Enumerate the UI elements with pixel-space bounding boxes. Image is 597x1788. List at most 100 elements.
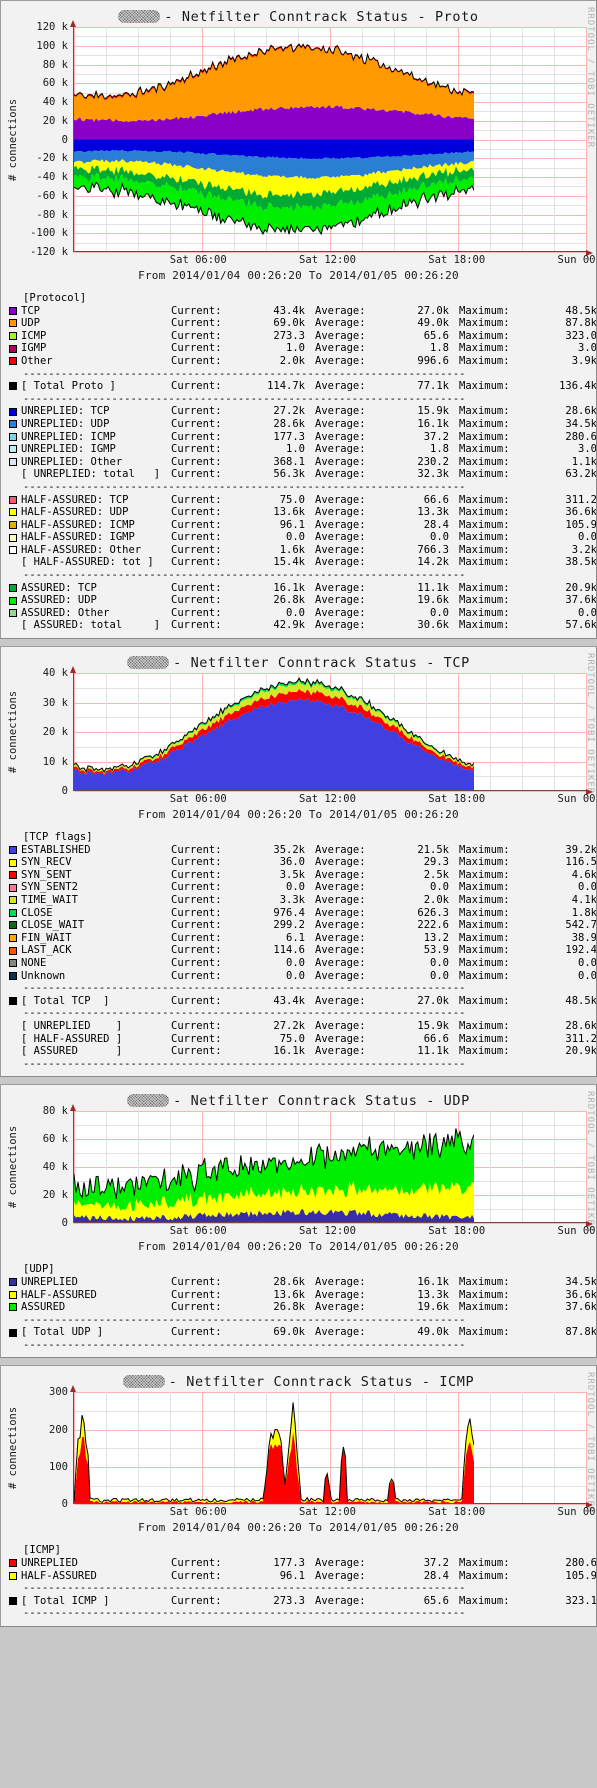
- legend-current-caption: Current:: [171, 906, 222, 919]
- legend-current-caption: Current:: [171, 881, 222, 894]
- legend-maximum-value: 4.6k: [571, 868, 597, 881]
- legend-current-caption: Current:: [171, 1019, 222, 1032]
- legend-series-name: SYN_SENT: [21, 868, 72, 881]
- legend-series-name: TCP: [21, 304, 40, 317]
- legend-maximum-value: 57.6k: [565, 619, 597, 632]
- legend-current-value: 28.6k: [273, 417, 305, 430]
- legend-maximum-value: 1.1k: [571, 455, 597, 468]
- legend-maximum-value: 37.6k: [565, 594, 597, 607]
- legend-average-value: 28.4: [423, 1569, 449, 1582]
- legend-average-caption: Average:: [315, 304, 366, 317]
- legend-current-caption: Current:: [171, 1032, 222, 1045]
- legend-row: SYN_SENT Current: 3.5k Average: 2.5k Maximum:…: [9, 868, 596, 882]
- legend-series-name: UNREPLIED: [21, 1557, 78, 1570]
- legend-row: UDP Current: 69.0k Average: 49.0k Maximum: 87.…: [9, 317, 596, 330]
- legend-maximum-value: 323.1: [565, 1594, 597, 1607]
- legend-average-value: 30.6k: [417, 619, 449, 632]
- legend-color-swatch-empty: [9, 622, 17, 630]
- legend-series-name: [ UNREPLIED ]: [21, 1019, 123, 1032]
- graph-panel: RRDTOOL / TOBI OETIKER - Netfilter Conntr…: [0, 1084, 597, 1359]
- legend-maximum-value: 20.9k: [565, 581, 597, 594]
- legend-maximum-caption: Maximum:: [459, 1326, 510, 1339]
- legend-maximum-caption: Maximum:: [459, 856, 510, 869]
- legend-maximum-caption: Maximum:: [459, 1301, 510, 1314]
- legend-color-swatch: [9, 883, 17, 892]
- legend-current-caption: Current:: [171, 919, 222, 932]
- legend-series-name: HALF-ASSURED: [21, 1569, 97, 1582]
- legend-maximum-caption: Maximum:: [459, 1569, 510, 1582]
- plot-canvas: [70, 1104, 593, 1227]
- legend-current-value: 27.2k: [273, 405, 305, 418]
- legend-maximum-value: 136.4k: [559, 380, 597, 393]
- legend-average-value: 53.9: [423, 944, 449, 957]
- chart-title: - Netfilter Conntrack Status - ICMP: [1, 1366, 596, 1392]
- host-blob-icon: [122, 1375, 165, 1389]
- legend-current-value: 69.0k: [273, 1326, 305, 1339]
- legend-series-name: UNREPLIED: IGMP: [21, 443, 116, 456]
- y-tick: 80 k: [42, 58, 68, 71]
- legend-average-caption: Average:: [315, 1032, 366, 1045]
- y-tick: 100 k: [36, 39, 68, 52]
- legend-series-name: ICMP: [21, 329, 47, 342]
- legend-color-swatch-empty: [9, 1035, 17, 1043]
- legend-average-value: 13.3k: [417, 1288, 449, 1301]
- legend-current-caption: Current:: [171, 931, 222, 944]
- chart-title-text: - Netfilter Conntrack Status - UDP: [173, 1093, 470, 1110]
- x-tick: Sat 06:00: [169, 793, 227, 806]
- legend-series-name: HALF-ASSURED: Other: [21, 543, 142, 556]
- legend-current-value: 3.5k: [279, 868, 305, 881]
- legend-maximum-caption: Maximum:: [459, 493, 510, 506]
- legend-maximum-caption: Maximum:: [459, 969, 510, 982]
- legend-average-caption: Average:: [315, 468, 366, 481]
- legend-divider: ----------------------------------------…: [23, 392, 466, 405]
- legend-current-value: 75.0: [279, 493, 305, 506]
- legend-current-caption: Current:: [171, 856, 222, 869]
- host-blob-icon: [127, 656, 170, 670]
- y-tick: 100: [49, 1461, 68, 1474]
- legend-row: UNREPLIED: UDP Current: 28.6k Average: 16.1k…: [9, 417, 596, 431]
- legend-average-value: 28.4: [423, 518, 449, 531]
- legend-row: TCP Current: 43.4k Average: 27.0k Maximum: 48.…: [9, 304, 596, 318]
- legend-row: [ Total ICMP ] Current: 273.3 Average: 65.6 M…: [9, 1594, 596, 1608]
- legend-average-caption: Average:: [315, 894, 366, 906]
- legend-color-swatch: [9, 445, 17, 454]
- legend-row: UNREPLIED: Other Current: 368.1 Average: 230…: [9, 456, 596, 469]
- legend-row: SYN_SENT2 Current: 0.0 Average: 0.0 Maximum: 0…: [9, 881, 596, 894]
- legend-average-value: 16.1k: [417, 417, 449, 430]
- legend-current-value: 177.3: [273, 1557, 305, 1570]
- legend-row: [ Total UDP ] Current: 69.0k Average: 49.0k M…: [9, 1326, 596, 1339]
- legend-color-swatch: [9, 533, 17, 542]
- legend-table: [TCP flags] ESTABLISHED Current: 35.2k Avera…: [1, 831, 596, 1070]
- legend-average-value: 49.0k: [417, 1326, 449, 1339]
- legend-color-swatch: [9, 407, 17, 416]
- legend-average-value: 19.6k: [417, 1301, 449, 1314]
- legend-color-swatch: [9, 845, 17, 854]
- graph-area: # connections 300 200 100 0 Sat 06:00 Sat 12:0…: [1, 1385, 596, 1534]
- legend-color-swatch: [9, 306, 17, 315]
- legend-current-value: 96.1: [279, 518, 305, 531]
- legend-current-caption: Current:: [171, 1275, 222, 1288]
- legend-color-swatch: [9, 546, 17, 555]
- legend-maximum-caption: Maximum:: [459, 881, 510, 894]
- y-tick: 20 k: [42, 114, 68, 127]
- x-tick: Sat 12:00: [299, 793, 356, 806]
- legend-row: [ ASSURED: total ] Current: 42.9k Average: 3…: [9, 619, 596, 632]
- legend-color-swatch: [9, 596, 17, 605]
- legend-average-value: 65.6: [423, 1594, 449, 1607]
- legend-current-caption: Current:: [171, 506, 222, 519]
- legend-current-caption: Current:: [171, 1569, 222, 1582]
- legend-row: [ Total TCP ] Current: 43.4k Average: 27.0k M…: [9, 994, 596, 1008]
- legend-row: ICMP Current: 273.3 Average: 65.6 Maximum: 323…: [9, 329, 596, 343]
- x-tick: Sat 18:00: [428, 793, 486, 806]
- y-tick: -40 k: [36, 171, 68, 183]
- legend-series-name: UNREPLIED: UDP: [21, 417, 110, 430]
- legend-current-caption: Current:: [171, 969, 222, 982]
- legend-average-value: 11.1k: [417, 581, 449, 594]
- legend-current-caption: Current:: [171, 430, 222, 443]
- legend-maximum-value: 37.6k: [565, 1301, 597, 1314]
- y-tick: 40 k: [42, 667, 68, 680]
- legend-series-name: [ Total TCP ]: [21, 994, 110, 1007]
- legend-average-value: 0.0: [430, 956, 449, 969]
- chart-title-text: - Netfilter Conntrack Status - ICMP: [168, 1374, 475, 1391]
- legend-current-value: 2.0k: [279, 354, 305, 367]
